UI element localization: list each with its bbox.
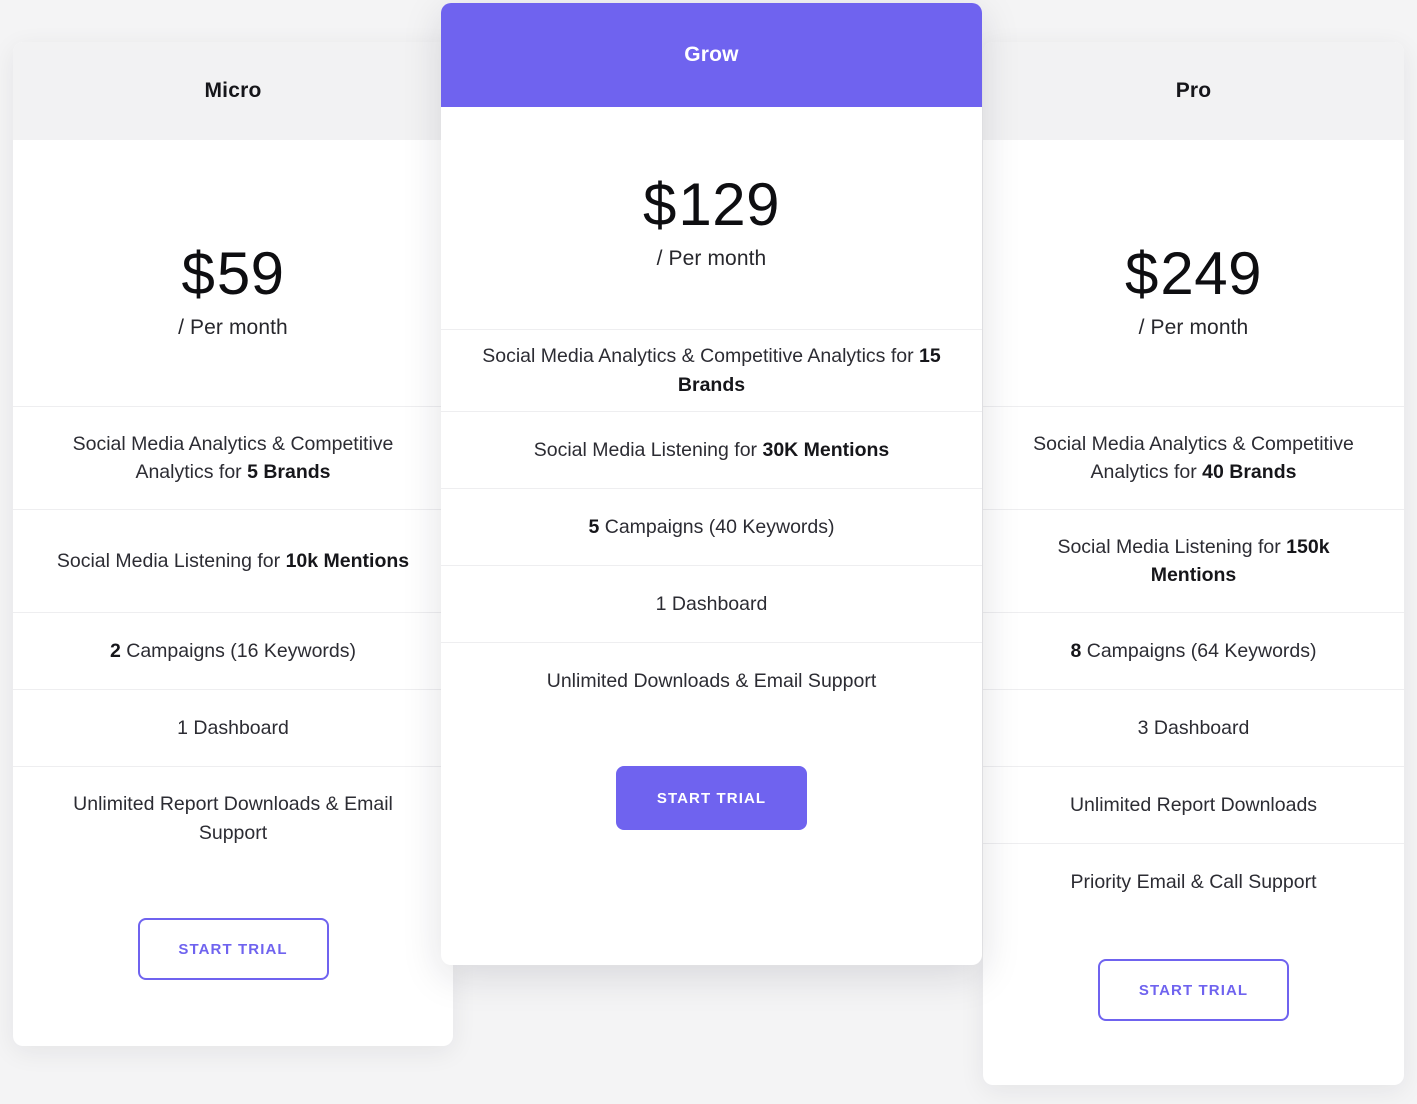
- plan-name-micro: Micro: [204, 79, 262, 102]
- feature-row: 5 Campaigns (40 Keywords): [441, 489, 982, 566]
- feature-row: 1 Dashboard: [441, 566, 982, 643]
- price-period-grow: / Per month: [656, 247, 767, 270]
- price-period-micro: / Per month: [178, 316, 288, 339]
- currency-symbol-grow: $: [643, 171, 679, 238]
- feature-row: Social Media Analytics & Competitive Ana…: [441, 330, 982, 412]
- cta-wrap-pro: Start Trial: [983, 921, 1404, 1021]
- feature-row: Social Media Analytics & Competitive Ana…: [13, 407, 453, 510]
- plan-name-pro: Pro: [1175, 79, 1212, 102]
- start-trial-button-grow[interactable]: Start Trial: [616, 766, 807, 830]
- pricing-card-pro: Pro $249 / Per month Social Media Analyt…: [983, 42, 1404, 1085]
- feature-row: Social Media Listening for 150k Mentions: [983, 510, 1404, 613]
- feature-row: Social Media Listening for 30K Mentions: [441, 412, 982, 489]
- card-header-pro: Pro: [983, 42, 1404, 140]
- pricing-card-micro: Micro $59 / Per month Social Media Analy…: [13, 42, 453, 1046]
- feature-row: Unlimited Report Downloads & Email Suppo…: [73, 793, 393, 844]
- feature-row: Priority Email & Call Support: [1070, 871, 1317, 894]
- card-header-grow: Grow: [441, 3, 982, 107]
- feature-list-pro: Social Media Analytics & Competitive Ana…: [983, 406, 1404, 921]
- feature-row: 3 Dashboard: [983, 690, 1404, 767]
- price-block-micro: $59 / Per month: [13, 140, 453, 340]
- pricing-card-grow: Grow $129 / Per month Social Media Analy…: [441, 3, 982, 965]
- cta-wrap-micro: Start Trial: [13, 870, 453, 980]
- price-value-grow: 129: [678, 171, 780, 238]
- feature-row: 8 Campaigns (64 Keywords): [983, 613, 1404, 690]
- feature-list-grow: Social Media Analytics & Competitive Ana…: [441, 329, 982, 720]
- price-value-pro: 249: [1160, 240, 1262, 307]
- price-amount-pro: $249: [983, 244, 1404, 304]
- price-value-micro: 59: [216, 240, 285, 307]
- start-trial-button-pro[interactable]: Start Trial: [1098, 959, 1289, 1021]
- price-block-grow: $129 / Per month: [441, 107, 982, 271]
- feature-row: 1 Dashboard: [13, 690, 453, 767]
- plan-name-grow: Grow: [684, 43, 739, 66]
- feature-row: Unlimited Downloads & Email Support: [546, 670, 877, 693]
- start-trial-button-micro[interactable]: Start Trial: [137, 918, 329, 980]
- feature-row: Social Media Analytics & Competitive Ana…: [983, 407, 1404, 510]
- feature-row: Social Media Listening for 10k Mentions: [13, 510, 453, 613]
- cta-wrap-grow: Start Trial: [441, 720, 982, 830]
- feature-row: 2 Campaigns (16 Keywords): [13, 613, 453, 690]
- pricing-table: Micro $59 / Per month Social Media Analy…: [0, 0, 1417, 1104]
- currency-symbol-micro: $: [181, 240, 217, 307]
- currency-symbol-pro: $: [1125, 240, 1161, 307]
- feature-list-micro: Social Media Analytics & Competitive Ana…: [13, 406, 453, 870]
- price-amount-micro: $59: [13, 244, 453, 304]
- price-block-pro: $249 / Per month: [983, 140, 1404, 340]
- feature-row: Unlimited Report Downloads: [983, 767, 1404, 844]
- card-header-micro: Micro: [13, 42, 453, 140]
- price-period-pro: / Per month: [1138, 316, 1249, 339]
- price-amount-grow: $129: [441, 175, 982, 235]
